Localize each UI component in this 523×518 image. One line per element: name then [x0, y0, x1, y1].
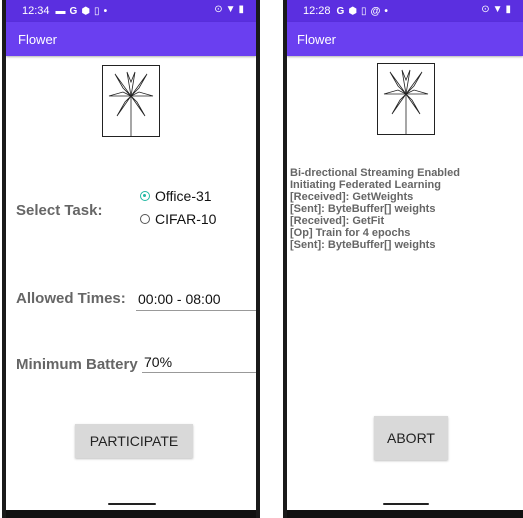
- status-bar: 12:28 G ⬢ ▯ @ • ⊙ ▼ ▮: [287, 0, 523, 22]
- radio-cifar10-label: CIFAR-10: [155, 211, 217, 227]
- radio-office31-label: Office-31: [155, 188, 212, 204]
- wifi-icon: ▼: [225, 4, 236, 15]
- status-time: 12:28: [303, 5, 331, 17]
- minimum-battery-label: Minimum Battery: [16, 356, 138, 373]
- minimum-battery-field[interactable]: 70%: [144, 354, 172, 370]
- navigation-bar: [287, 510, 523, 518]
- radio-cifar10[interactable]: CIFAR-10: [140, 211, 216, 227]
- minimum-battery-underline: [142, 372, 256, 373]
- image-notification-icon: ▬: [55, 5, 66, 17]
- sim-icon: ▯: [94, 5, 100, 17]
- log-line: [Received]: GetFit: [290, 215, 385, 227]
- google-icon: G: [336, 5, 345, 17]
- navigation-bar: [6, 510, 256, 518]
- app-bar: Flower: [287, 22, 523, 56]
- dot-icon: •: [384, 5, 388, 17]
- gesture-bar[interactable]: [383, 503, 429, 505]
- log-line: Bi-drectional Streaming Enabled: [290, 167, 460, 179]
- vibrate-icon: ⊙: [481, 4, 490, 15]
- participate-button[interactable]: PARTICIPATE: [75, 424, 193, 458]
- status-time: 12:34: [22, 5, 50, 17]
- phone-left: 12:34 ▬ G ⬢ ▯ • ⊙ ▼ ▮ Flower Select Task…: [6, 0, 256, 518]
- log-line: [Op] Train for 4 epochs: [290, 227, 411, 239]
- flower-logo: [377, 63, 435, 135]
- select-task-label: Select Task:: [16, 202, 103, 219]
- phone-right: 12:28 G ⬢ ▯ @ • ⊙ ▼ ▮ Flower Bi-drection…: [287, 0, 523, 518]
- log-line: [Received]: GetWeights: [290, 191, 414, 203]
- battery-icon: ▮: [238, 4, 244, 15]
- flower-logo: [102, 65, 160, 137]
- google-icon: G: [69, 5, 78, 17]
- sim-icon: ▯: [361, 5, 367, 17]
- shield-icon: ⬢: [81, 5, 91, 17]
- at-icon: @: [370, 5, 381, 17]
- battery-icon: ▮: [505, 4, 511, 15]
- abort-button[interactable]: ABORT: [374, 416, 448, 460]
- device-frame-left-edge: [256, 0, 260, 518]
- status-bar: 12:34 ▬ G ⬢ ▯ • ⊙ ▼ ▮: [6, 0, 256, 22]
- federated-log: Bi-drectional Streaming Enabled Initiati…: [290, 167, 460, 251]
- shield-icon: ⬢: [348, 5, 358, 17]
- allowed-times-label: Allowed Times:: [16, 290, 126, 307]
- vibrate-icon: ⊙: [214, 4, 223, 15]
- log-line: Initiating Federated Learning: [290, 179, 441, 191]
- gesture-bar[interactable]: [108, 503, 156, 505]
- app-title: Flower: [18, 31, 58, 47]
- wifi-icon: ▼: [492, 4, 503, 15]
- log-line: [Sent]: ByteBuffer[] weights: [290, 203, 436, 215]
- log-line: [Sent]: ByteBuffer[] weights: [290, 239, 436, 251]
- radio-office31[interactable]: Office-31: [140, 188, 212, 204]
- allowed-times-underline: [136, 310, 256, 311]
- radio-unchecked-icon: [140, 214, 150, 224]
- app-title: Flower: [297, 31, 337, 47]
- app-bar: Flower: [6, 22, 256, 56]
- allowed-times-field[interactable]: 00:00 - 08:00: [138, 291, 221, 307]
- radio-checked-icon: [140, 191, 150, 201]
- dot-icon: •: [103, 5, 108, 17]
